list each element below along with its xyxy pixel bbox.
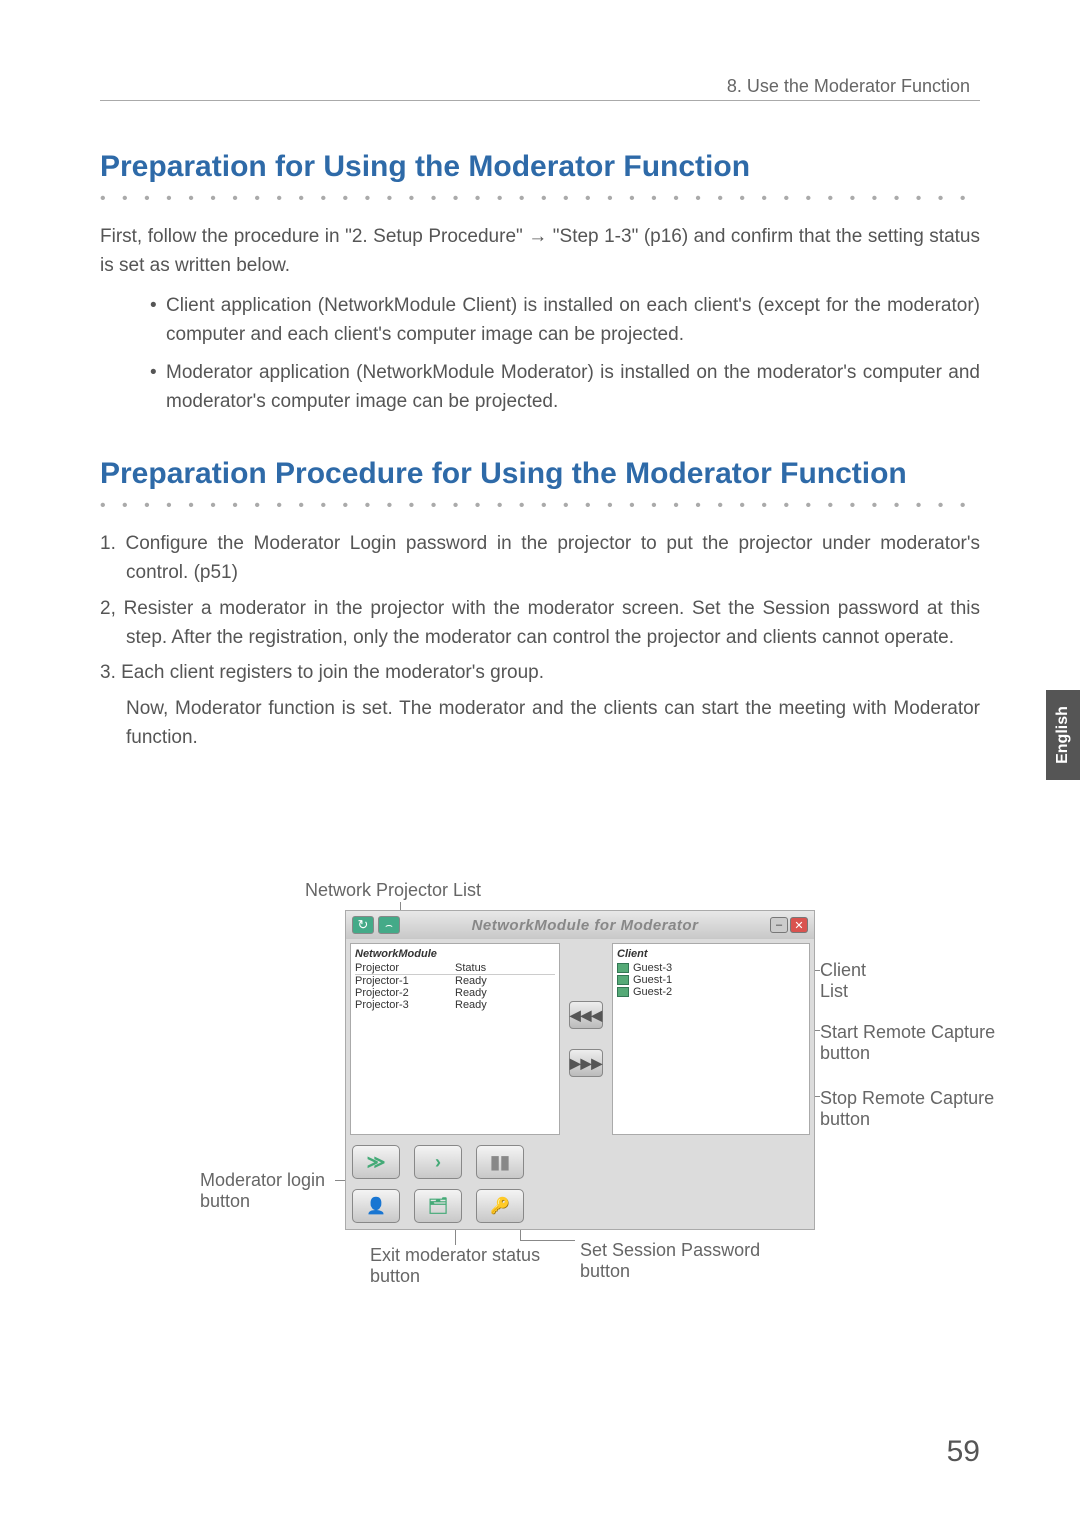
projector-panel-head: NetworkModule	[355, 948, 555, 960]
bullet-item: Client application (NetworkModule Client…	[150, 291, 980, 350]
label-network-projector-list: Network Projector List	[305, 880, 481, 901]
table-row[interactable]: Projector-1Ready	[355, 975, 555, 987]
callout-line	[520, 1240, 575, 1241]
dots-separator: • • • • • • • • • • • • • • • • • • • • …	[100, 190, 980, 208]
list-item[interactable]: Guest-2	[617, 986, 805, 998]
close-button[interactable]: ✕	[790, 917, 808, 933]
label-moderator-login: Moderator login button	[200, 1170, 350, 1212]
table-row[interactable]: Projector-2Ready	[355, 987, 555, 999]
intro-paragraph: First, follow the procedure in "2. Setup…	[100, 222, 980, 281]
toolbar: ≫ › ▮▮ 👤 🗂 🔑	[346, 1139, 814, 1229]
client-icon	[617, 975, 629, 985]
refresh-button[interactable]: ↻	[352, 916, 374, 934]
stop-capture-button[interactable]: ▮▮	[476, 1145, 524, 1179]
onetime-capture-button[interactable]: ›	[414, 1145, 462, 1179]
realtime-capture-button[interactable]: ≫	[352, 1145, 400, 1179]
panels: NetworkModule Projector Status Projector…	[346, 939, 814, 1139]
heading-procedure: Preparation Procedure for Using the Mode…	[100, 457, 980, 491]
wifi-icon: ⌢	[385, 918, 393, 933]
label-exit-moderator: Exit moderator status button	[370, 1245, 570, 1287]
titlebar-left: ↻ ⌢	[352, 916, 400, 934]
refresh-icon: ↻	[358, 917, 369, 933]
header-section: 8. Use the Moderator Function	[727, 76, 970, 97]
label-stop-remote: Stop Remote Capture button	[820, 1088, 1000, 1130]
add-client-button[interactable]: ▶▶▶	[569, 1049, 603, 1077]
bullet-item: Moderator application (NetworkModule Mod…	[150, 358, 980, 417]
mid-buttons: ◀◀◀ ▶▶▶	[564, 939, 608, 1139]
content-area: Preparation for Using the Moderator Func…	[100, 150, 980, 759]
label-set-session: Set Session Password button	[580, 1240, 800, 1282]
list-item[interactable]: Guest-3	[617, 962, 805, 974]
page-number: 59	[947, 1435, 980, 1469]
language-tab: English	[1046, 690, 1080, 780]
document-page: 8. Use the Moderator Function English Pr…	[0, 0, 1080, 1529]
client-icon	[617, 987, 629, 997]
bullet-list: Client application (NetworkModule Client…	[150, 291, 980, 417]
step-item: 3. Each client registers to join the mod…	[100, 658, 980, 687]
app-window: ↻ ⌢ NetworkModule for Moderator – ✕ Netw…	[345, 910, 815, 1230]
titlebar: ↻ ⌢ NetworkModule for Moderator – ✕	[346, 911, 814, 939]
moderator-login-button[interactable]: 👤	[352, 1189, 400, 1223]
heading-preparation: Preparation for Using the Moderator Func…	[100, 150, 980, 184]
exit-moderator-button[interactable]: 🗂	[414, 1189, 462, 1223]
figure-area: Network Projector List Client List Start…	[200, 870, 880, 1310]
table-row[interactable]: Projector-3Ready	[355, 999, 555, 1011]
col-status: Status	[455, 962, 486, 974]
client-icon	[617, 963, 629, 973]
remove-client-button[interactable]: ◀◀◀	[569, 1001, 603, 1029]
titlebar-right: – ✕	[770, 917, 808, 933]
step-item: 2, Resister a moderator in the projector…	[100, 594, 980, 653]
client-panel: Client Guest-3 Guest-1 Guest-2	[612, 943, 810, 1135]
wifi-button[interactable]: ⌢	[378, 916, 400, 934]
list-item[interactable]: Guest-1	[617, 974, 805, 986]
header-rule	[100, 100, 980, 101]
projector-columns: Projector Status	[355, 962, 555, 975]
dots-separator: • • • • • • • • • • • • • • • • • • • • …	[100, 497, 980, 515]
projector-panel: NetworkModule Projector Status Projector…	[350, 943, 560, 1135]
numbered-list: 1. Configure the Moderator Login passwor…	[100, 529, 980, 753]
minimize-button[interactable]: –	[770, 917, 788, 933]
col-projector: Projector	[355, 962, 455, 974]
step-item: 1. Configure the Moderator Login passwor…	[100, 529, 980, 588]
client-panel-head: Client	[617, 948, 805, 960]
label-start-remote: Start Remote Capture button	[820, 1022, 1000, 1064]
label-client-list: Client List	[820, 960, 880, 1002]
window-title: NetworkModule for Moderator	[400, 917, 770, 934]
step-item: Now, Moderator function is set. The mode…	[100, 694, 980, 753]
session-password-button[interactable]: 🔑	[476, 1189, 524, 1223]
